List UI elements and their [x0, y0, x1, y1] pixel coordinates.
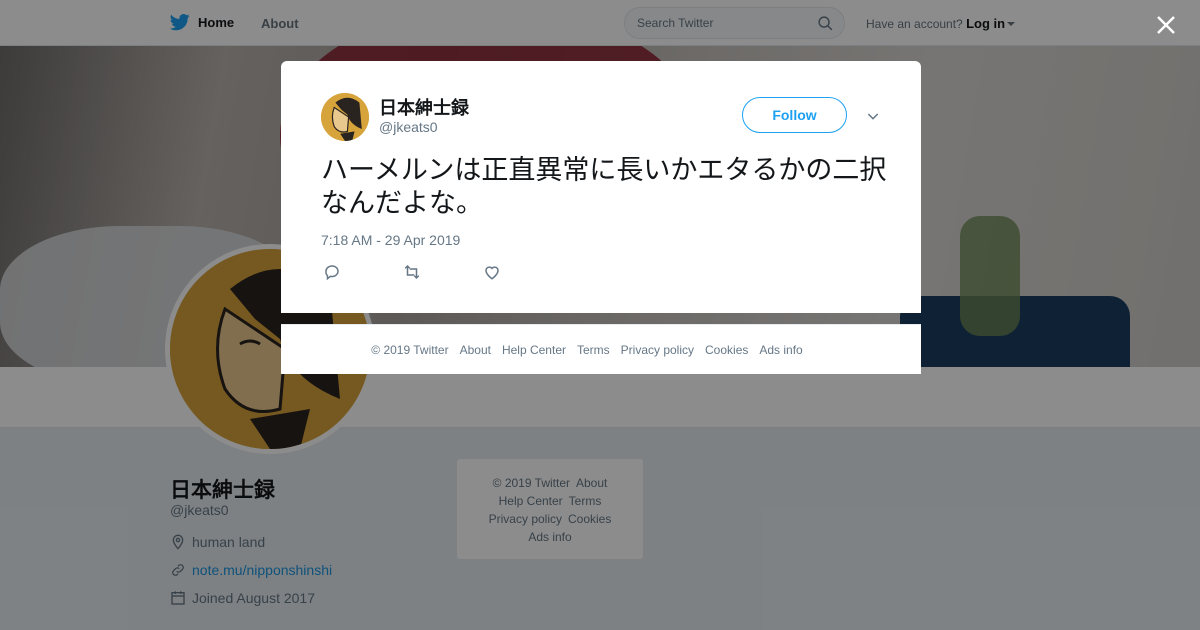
- footer-help-link[interactable]: Help Center: [502, 343, 566, 357]
- heart-icon[interactable]: [483, 263, 501, 281]
- avatar-illustration: [321, 93, 369, 141]
- chevron-down-icon[interactable]: [865, 108, 881, 124]
- tweet-text: ハーメルンは正直異常に長いかエタるかの二択なんだよな。: [321, 155, 887, 218]
- reply-icon[interactable]: [323, 263, 341, 281]
- tweet-timestamp[interactable]: 7:18 AM - 29 Apr 2019: [321, 232, 460, 248]
- footer-about-link[interactable]: About: [460, 343, 491, 357]
- modal-footer: © 2019 Twitter About Help Center Terms P…: [281, 324, 921, 374]
- tweet-author-name[interactable]: 日本紳士録: [379, 94, 469, 120]
- close-icon[interactable]: [1154, 13, 1178, 37]
- retweet-icon[interactable]: [403, 263, 421, 281]
- tweet-author-handle[interactable]: @jkeats0: [379, 119, 438, 135]
- footer-terms-link[interactable]: Terms: [577, 343, 610, 357]
- tweet-permalink-card: 日本紳士録 @jkeats0 Follow ハーメルンは正直異常に長いかエタるか…: [281, 61, 921, 313]
- footer-copyright: © 2019 Twitter: [371, 342, 449, 357]
- footer-privacy-link[interactable]: Privacy policy: [621, 343, 694, 357]
- tweet-actions: [323, 263, 563, 281]
- tweet-author-avatar[interactable]: [321, 93, 369, 141]
- footer-ads-link[interactable]: Ads info: [759, 343, 802, 357]
- footer-cookies-link[interactable]: Cookies: [705, 343, 748, 357]
- follow-button[interactable]: Follow: [742, 97, 847, 133]
